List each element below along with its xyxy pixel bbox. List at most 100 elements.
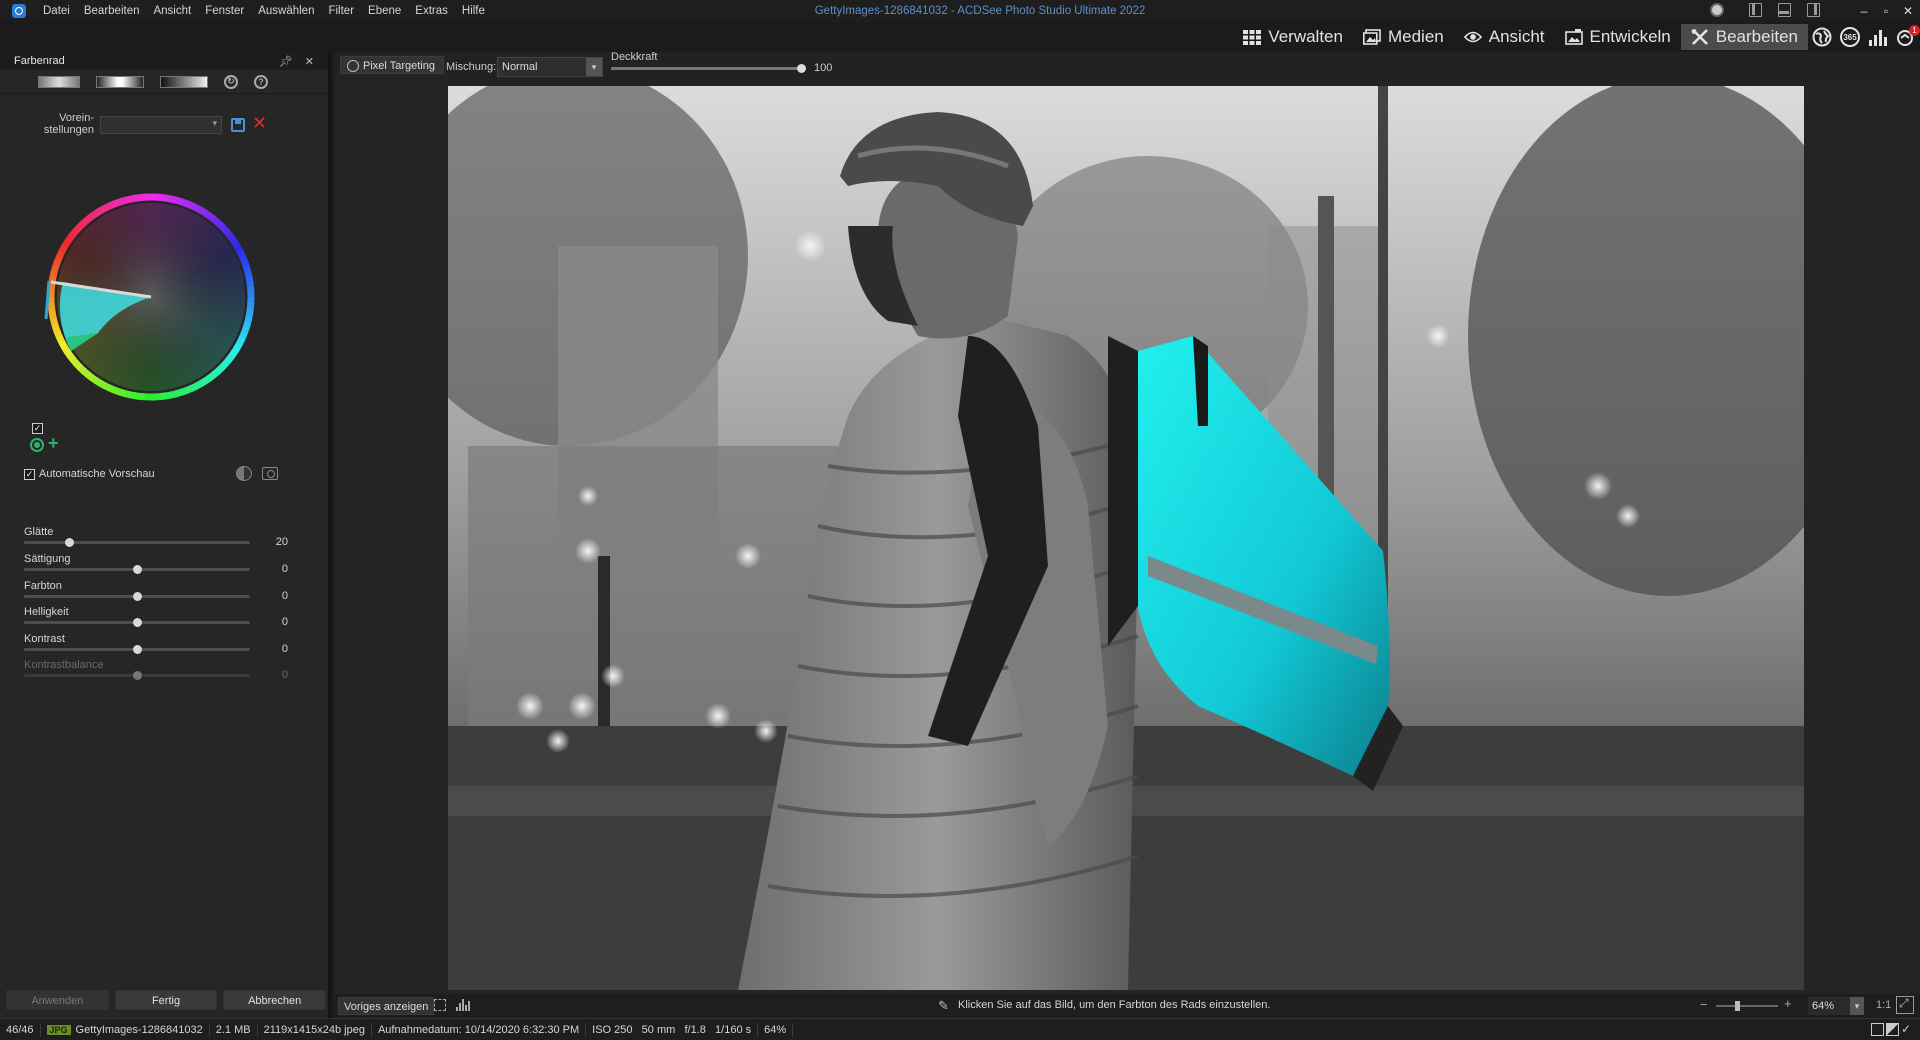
close-button[interactable]: ✕	[1902, 4, 1914, 18]
gradient-tools: ↻ ?	[0, 70, 328, 94]
pin-icon[interactable]: 📌︎	[279, 55, 293, 68]
slider-label: Sättigung	[24, 553, 71, 565]
eye-icon	[1463, 31, 1482, 43]
slider-track[interactable]	[24, 565, 250, 574]
delete-preset-icon[interactable]: ✕	[252, 114, 267, 132]
compare-icon[interactable]	[1886, 1023, 1899, 1036]
add-range-icon[interactable]: +	[48, 433, 59, 453]
layout-left-panel-icon[interactable]	[1749, 3, 1762, 17]
globe-button[interactable]	[1808, 24, 1836, 50]
fullscreen-icon[interactable]	[1896, 996, 1914, 1014]
checkmark-icon[interactable]: ✓	[1901, 1023, 1914, 1036]
slider-label: Helligkeit	[24, 606, 69, 618]
menu-ansicht[interactable]: Ansicht	[146, 0, 198, 22]
pixel-targeting-button[interactable]: Pixel Targeting	[340, 56, 444, 74]
slider-thumb[interactable]	[133, 645, 142, 654]
acdsee-365-button[interactable]: 365	[1836, 24, 1864, 50]
slider-3: Helligkeit 0	[24, 606, 294, 632]
slider-track[interactable]	[24, 618, 250, 627]
auto-preview-checkbox[interactable]: ✓	[24, 468, 35, 480]
notifications-button[interactable]: 1	[1892, 24, 1920, 50]
file-format-badge: JPG	[46, 1024, 71, 1035]
mode-ansicht[interactable]: Ansicht	[1454, 24, 1555, 50]
file-info: JPG GettyImages-1286841032	[41, 1022, 210, 1037]
mode-verwalten[interactable]: Verwalten	[1233, 24, 1353, 50]
panel-close-icon[interactable]: ✕	[305, 55, 314, 68]
menu-extras[interactable]: Extras	[408, 0, 455, 22]
slider-0: Glätte 20	[24, 526, 294, 552]
slider-label: Farbton	[24, 580, 62, 592]
mode-bearbeiten[interactable]: Bearbeiten	[1680, 24, 1808, 50]
auto-preview-row: ✓ Automatische Vorschau	[24, 466, 284, 482]
menu-datei[interactable]: Datei	[36, 0, 77, 22]
presets-dropdown[interactable]	[100, 116, 222, 134]
radial-gradient-tool[interactable]	[96, 75, 144, 88]
slider-value: 20	[275, 536, 288, 548]
zoom-slider-thumb[interactable]	[1734, 1001, 1740, 1011]
zoom-out-icon[interactable]: −	[1700, 997, 1708, 1012]
panel-buttons: Anwenden Fertig Abbrechen	[6, 990, 327, 1010]
image-canvas[interactable]	[334, 82, 1920, 994]
done-button[interactable]: Fertig	[114, 990, 218, 1010]
brush-gradient-tool[interactable]	[160, 75, 208, 88]
minimize-button[interactable]: –	[1858, 4, 1870, 18]
user-account-icon[interactable]	[1710, 3, 1724, 17]
presets-row: Vorein- stellungen ✕	[0, 112, 331, 142]
slider-thumb[interactable]	[133, 592, 142, 601]
actual-size-button[interactable]: 1:1	[1876, 999, 1891, 1011]
mode-bar: Verwalten Medien Ansicht Entwickeln Bear…	[1233, 24, 1920, 50]
tools-icon	[1691, 29, 1708, 45]
hint-text: Klicken Sie auf das Bild, um den Farbton…	[958, 999, 1271, 1011]
layout-bottom-panel-icon[interactable]	[1778, 3, 1791, 17]
slider-track	[24, 671, 250, 680]
mode-entwickeln[interactable]: Entwickeln	[1555, 24, 1681, 50]
layout-right-panel-icon[interactable]	[1807, 3, 1820, 17]
blend-mode-dropdown[interactable]: Normal	[497, 57, 603, 77]
linear-gradient-tool[interactable]	[38, 75, 80, 88]
presets-label: Vorein- stellungen	[43, 112, 94, 136]
color-wheel[interactable]	[43, 189, 259, 405]
menu-auswaehlen[interactable]: Auswählen	[251, 0, 321, 22]
slider-thumb[interactable]	[65, 538, 75, 547]
color-picker-icon[interactable]	[30, 438, 44, 452]
fit-to-screen-icon[interactable]	[434, 999, 446, 1011]
color-wheel-graphic[interactable]	[43, 189, 259, 405]
menu-filter[interactable]: Filter	[321, 0, 361, 22]
slider-thumb[interactable]	[133, 618, 142, 627]
photo-preview[interactable]	[448, 86, 1804, 990]
cancel-button[interactable]: Abbrechen	[223, 990, 327, 1010]
opacity-slider[interactable]	[611, 64, 806, 73]
menu-fenster[interactable]: Fenster	[198, 0, 251, 22]
menu-hilfe[interactable]: Hilfe	[455, 0, 492, 22]
restore-button[interactable]: ▫	[1880, 4, 1892, 18]
cyclist-photo[interactable]	[448, 86, 1804, 990]
zoom-dropdown[interactable]: 64%	[1808, 997, 1864, 1015]
show-previous-button[interactable]: Voriges anzeigen	[338, 997, 435, 1015]
dashboard-button[interactable]	[1864, 24, 1892, 50]
opacity-slider-thumb[interactable]	[797, 64, 806, 73]
menu-ebene[interactable]: Ebene	[361, 0, 408, 22]
help-icon[interactable]: ?	[254, 74, 268, 89]
color-wheel-panel: Farbenrad 📌︎ ✕ ↻ ? Vorein- stellungen ✕	[0, 52, 331, 1018]
slider-thumb	[133, 671, 142, 680]
save-preset-icon[interactable]	[231, 118, 245, 132]
dashboard-icon	[1869, 28, 1887, 46]
apply-button[interactable]: Anwenden	[6, 990, 109, 1010]
enable-checkbox[interactable]: ✓	[32, 423, 43, 434]
show-mask-icon[interactable]	[236, 466, 252, 481]
slider-track[interactable]	[24, 592, 250, 601]
zoom-in-icon[interactable]: +	[1784, 996, 1792, 1011]
slider-thumb[interactable]	[133, 565, 142, 574]
zoom-slider[interactable]	[1716, 1001, 1778, 1011]
camera-mask-icon[interactable]	[262, 467, 278, 480]
menu-bearbeiten[interactable]: Bearbeiten	[77, 0, 147, 22]
slider-track[interactable]	[24, 645, 250, 654]
slider-5: Kontrastbalance 0	[24, 659, 294, 685]
histogram-icon[interactable]	[456, 999, 470, 1011]
app-logo-icon[interactable]	[12, 4, 26, 18]
panel-title: Farbenrad	[14, 55, 65, 67]
reset-icon[interactable]: ↻	[224, 74, 238, 89]
view-mode-icon[interactable]	[1871, 1023, 1884, 1036]
slider-track[interactable]	[24, 538, 250, 547]
mode-medien[interactable]: Medien	[1353, 24, 1454, 50]
